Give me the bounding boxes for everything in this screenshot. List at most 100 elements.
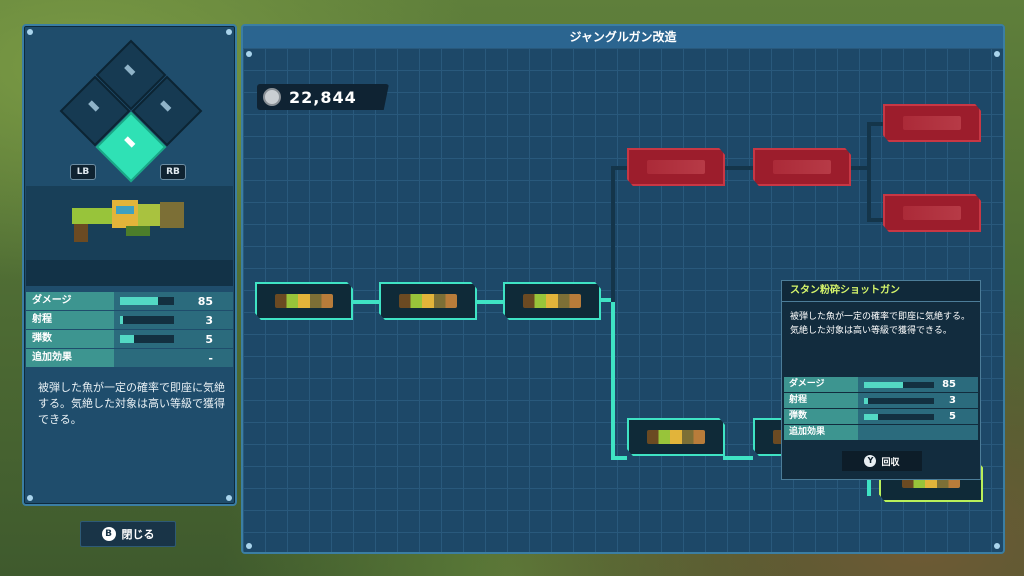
currency-display: 22,844 bbox=[257, 84, 389, 110]
locked-connector bbox=[867, 218, 883, 222]
close-label: 閉じる bbox=[121, 528, 155, 541]
upgrade-node[interactable] bbox=[627, 418, 725, 456]
corner-dot bbox=[27, 495, 33, 501]
stat-bar-area: 85 bbox=[858, 377, 978, 392]
stat-bar-area: 5 bbox=[858, 409, 978, 424]
gun-icon bbox=[647, 430, 705, 444]
locked-connector bbox=[611, 168, 615, 302]
locked-upgrade-node[interactable] bbox=[753, 148, 851, 186]
stat-bar-fill bbox=[864, 397, 868, 404]
tooltip-title: スタン粉砕ショットガン bbox=[782, 281, 980, 302]
stat-bar bbox=[120, 297, 174, 305]
upgrade-grid: 22,844 E スタ bbox=[243, 48, 1003, 552]
stat-bar-fill bbox=[864, 413, 878, 420]
gun-icon bbox=[773, 160, 831, 174]
stat-row: 追加効果 bbox=[784, 425, 978, 440]
lb-button[interactable]: LB bbox=[70, 164, 96, 180]
stat-bar-fill bbox=[120, 316, 123, 324]
weapon-description: 被弾した魚が一定の確率で即座に気絶する。気絶した対象は高い等級で獲得できる。 bbox=[38, 381, 225, 426]
close-button[interactable]: B 閉じる bbox=[80, 521, 176, 547]
gun-icon bbox=[647, 160, 705, 174]
corner-dot bbox=[226, 495, 232, 501]
stat-value: 5 bbox=[205, 332, 213, 346]
stat-label: 追加効果 bbox=[26, 349, 114, 367]
stat-label: ダメージ bbox=[26, 292, 114, 310]
rifle-icon: ▬ bbox=[119, 59, 141, 81]
stat-row: 追加効果 - bbox=[26, 349, 233, 367]
locked-connector bbox=[867, 122, 871, 222]
stat-bar-area: 5 bbox=[114, 330, 233, 348]
weapon-preview bbox=[26, 186, 233, 286]
stat-bar-area bbox=[858, 425, 978, 440]
launcher-icon: ▬ bbox=[155, 95, 177, 117]
stat-row: 射程 3 bbox=[26, 311, 233, 329]
corner-dot bbox=[994, 543, 1000, 549]
jungle-gun-icon: ▬ bbox=[119, 131, 141, 153]
stat-bar bbox=[864, 413, 934, 420]
upgrade-tooltip: スタン粉砕ショットガン 被弾した魚が一定の確率で即座に気絶する。気絶した対象は高… bbox=[781, 280, 981, 480]
stat-bar bbox=[864, 381, 934, 388]
rb-button[interactable]: RB bbox=[160, 164, 186, 180]
corner-dot bbox=[226, 29, 232, 35]
preview-footer bbox=[26, 260, 233, 286]
upgrade-node[interactable] bbox=[255, 282, 353, 320]
stat-bar bbox=[864, 397, 934, 404]
stat-value: 5 bbox=[949, 411, 956, 422]
stat-bar-area: 85 bbox=[114, 292, 233, 310]
stat-bar-fill bbox=[120, 297, 158, 305]
stat-label: 弾数 bbox=[26, 330, 114, 348]
stat-label: ダメージ bbox=[784, 377, 858, 392]
weapon-info-panel: ▬ ▬ ▬ ▬ LB RB ダメージ 85 射程 3 弾数 5 追加効果 - 被弾した魚が一定… bbox=[22, 24, 237, 506]
connector-line bbox=[723, 456, 753, 460]
stat-row: 弾数 5 bbox=[784, 409, 978, 424]
stat-value: 3 bbox=[949, 395, 956, 406]
coin-icon bbox=[263, 88, 281, 106]
stat-value: 3 bbox=[205, 313, 213, 327]
panel-title: ジャングルガン改造 bbox=[243, 26, 1003, 48]
locked-upgrade-node[interactable] bbox=[883, 194, 981, 232]
locked-connector bbox=[723, 166, 753, 170]
stat-value: 85 bbox=[197, 294, 213, 308]
locked-upgrade-node[interactable] bbox=[627, 148, 725, 186]
stat-label: 追加効果 bbox=[784, 425, 858, 440]
tooltip-description: 被弾した魚が一定の確率で即座に気絶する。気絶した対象は高い等級で獲得できる。 bbox=[790, 312, 971, 336]
b-button-icon: B bbox=[101, 527, 116, 541]
gun-icon bbox=[523, 294, 581, 308]
gun-icon bbox=[275, 294, 333, 308]
stat-bar bbox=[120, 316, 174, 324]
weapon-selector: ▬ ▬ ▬ ▬ LB RB bbox=[24, 36, 235, 186]
stat-label: 射程 bbox=[26, 311, 114, 329]
stat-row: ダメージ 85 bbox=[784, 377, 978, 392]
currency-amount: 22,844 bbox=[289, 87, 357, 107]
upgrade-node[interactable] bbox=[503, 282, 601, 320]
y-button-icon: Y bbox=[864, 455, 877, 467]
gun-icon bbox=[903, 116, 961, 130]
stat-row: 射程 3 bbox=[784, 393, 978, 408]
stat-bar-area: 3 bbox=[114, 311, 233, 329]
recover-button[interactable]: Y 回収 bbox=[842, 451, 922, 471]
jungle-gun-image bbox=[72, 200, 184, 242]
stat-value: - bbox=[208, 351, 213, 365]
locked-connector bbox=[867, 122, 883, 126]
locked-connector bbox=[849, 166, 869, 170]
locked-upgrade-node[interactable] bbox=[883, 104, 981, 142]
corner-dot bbox=[27, 29, 33, 35]
gun-icon bbox=[903, 206, 961, 220]
stat-bar bbox=[120, 335, 174, 343]
corner-dot bbox=[246, 51, 252, 57]
upgrade-tree-panel: ジャングルガン改造 22,844 スタン粉砕ショットガン 被弾した魚が一定の確率… bbox=[241, 24, 1005, 554]
stat-row: ダメージ 85 bbox=[26, 292, 233, 310]
connector-line bbox=[475, 300, 505, 304]
shotgun-icon: ▬ bbox=[83, 95, 105, 117]
connector-line bbox=[611, 456, 627, 460]
stat-bar-area: - bbox=[114, 349, 233, 367]
stat-label: 弾数 bbox=[784, 409, 858, 424]
tooltip-stats: ダメージ 85 射程 3 弾数 5 追加効果 bbox=[784, 377, 978, 441]
stat-row: 弾数 5 bbox=[26, 330, 233, 348]
connector-line bbox=[351, 300, 381, 304]
locked-connector bbox=[611, 166, 627, 170]
corner-dot bbox=[994, 51, 1000, 57]
stat-bar-area: 3 bbox=[858, 393, 978, 408]
corner-dot bbox=[246, 543, 252, 549]
upgrade-node[interactable] bbox=[379, 282, 477, 320]
